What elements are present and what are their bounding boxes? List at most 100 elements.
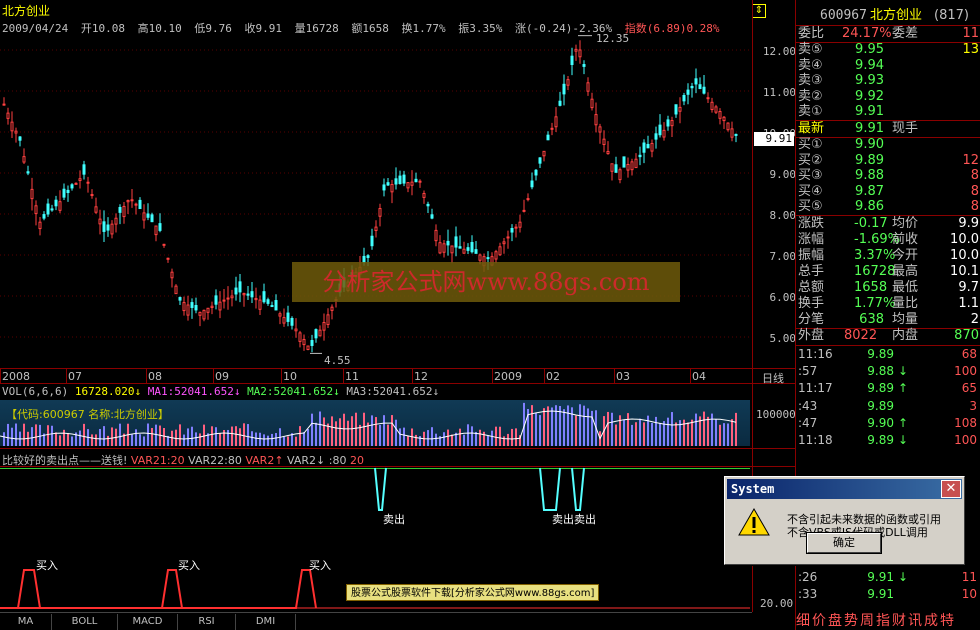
volume-bar — [39, 424, 41, 446]
indicator-signal — [539, 467, 561, 511]
candle-body — [494, 251, 498, 260]
candle-body — [714, 106, 718, 113]
volume-bar — [395, 419, 397, 446]
volume-bar — [7, 423, 9, 446]
candle-body — [458, 246, 462, 249]
candle-body — [246, 293, 250, 296]
volume-bar — [131, 434, 133, 446]
candle-body — [506, 236, 510, 239]
vol-value: 16728.020 — [74, 385, 135, 398]
volume-bar — [679, 420, 681, 446]
candle-body — [54, 199, 58, 207]
tab-boll[interactable]: BOLL — [52, 614, 118, 630]
candle-body — [430, 214, 434, 219]
candle-body — [718, 111, 722, 119]
volume-bar — [263, 434, 265, 446]
candle-body — [694, 78, 698, 85]
volume-axis-label: 100000 — [756, 408, 796, 421]
candle-body — [46, 203, 50, 215]
volume-bar — [551, 407, 553, 446]
candle-body — [178, 297, 182, 301]
sell-level-row: 卖① 9.91 — [798, 104, 884, 119]
candle-body — [146, 213, 150, 218]
volume-bar — [415, 434, 417, 446]
candle-body — [522, 209, 526, 212]
candle-body — [74, 182, 78, 185]
candle-body — [138, 199, 142, 210]
volume-bar — [103, 426, 105, 446]
candle-body — [30, 188, 34, 200]
candle-body — [106, 224, 110, 231]
volume-bar — [675, 422, 677, 446]
volume-bar — [79, 430, 81, 446]
candle-body — [238, 281, 242, 293]
ad-banner[interactable]: 股票公式股票软件下载[分析家公式网www.88gs.com] — [346, 584, 600, 601]
candle-body — [34, 205, 38, 215]
volume-bar — [499, 426, 501, 446]
volume-bar — [403, 427, 405, 446]
candle-body — [214, 295, 218, 305]
last-price-marker: 9.91 — [754, 132, 794, 146]
tab-rsi[interactable]: RSI — [178, 614, 236, 630]
volume-bar — [71, 436, 73, 446]
stat-row: 分笔 638 均量 2 — [798, 312, 979, 327]
candle-body — [586, 82, 590, 92]
candle-body — [734, 133, 738, 136]
volume-bar — [703, 411, 705, 446]
ok-button[interactable]: 确定 — [806, 532, 882, 554]
volume-bar — [175, 429, 177, 446]
volume-bar — [715, 419, 717, 446]
vol-label: VOL(6,6,6) — [2, 385, 69, 398]
candle-body — [170, 271, 174, 279]
candle-body — [566, 79, 570, 86]
buy-label-2: 买入 — [178, 559, 200, 572]
candle-body — [442, 243, 446, 253]
candle-body — [302, 338, 306, 346]
volume-bar — [243, 423, 245, 446]
volume-bar — [67, 432, 69, 446]
volume-bar — [731, 419, 733, 446]
candle-body — [598, 126, 602, 133]
volume-bar — [155, 424, 157, 446]
tab-dmi[interactable]: DMI — [236, 614, 296, 630]
period-label[interactable]: 日线 — [762, 370, 784, 386]
candle-body — [162, 243, 166, 246]
stat-row: 总手 16728 最高 10.1 — [798, 264, 979, 279]
sync-icon[interactable]: ⇕ — [752, 4, 766, 18]
volume-bar — [507, 433, 509, 446]
candle-body — [150, 214, 154, 223]
candle-body — [118, 206, 122, 213]
volume-bar — [363, 412, 365, 446]
volume-bar — [719, 424, 721, 446]
quote-bottom-tabs[interactable]: 细价盘势周指财讯成特 — [796, 610, 980, 630]
candle-body — [222, 299, 226, 302]
candle-body — [62, 188, 66, 198]
tick-row: 11:16 9.89 68 — [798, 347, 977, 361]
candle-body — [10, 121, 14, 132]
tick-row: 11:18 9.89 ↓ 100 — [798, 433, 977, 447]
volume-bar — [227, 429, 229, 446]
date-axis-label: 04 — [692, 370, 706, 383]
date-axis-label: 09 — [215, 370, 229, 383]
volume-bar — [55, 432, 57, 446]
tab-macd[interactable]: MACD — [118, 614, 178, 630]
date-axis-label: 2008 — [2, 370, 30, 383]
volume-bar — [491, 430, 493, 446]
candle-body — [698, 84, 702, 90]
sell-level-row: 卖③ 9.93 — [798, 73, 884, 88]
close-icon[interactable]: ✕ — [941, 480, 961, 498]
candle-body — [498, 246, 502, 256]
vol-ma2: MA2:52041.652 — [247, 385, 334, 398]
tick-row: :33 9.91 10 — [798, 587, 977, 601]
price-axis-label: 11.00 — [762, 86, 796, 99]
volume-bar — [139, 434, 141, 446]
volume-bar — [483, 431, 485, 446]
tab-ma[interactable]: MA — [0, 614, 52, 630]
buy-level-row: 买③ 9.88 8 — [798, 168, 979, 183]
candle-body — [78, 178, 82, 182]
stat-row: 振幅 3.37% 今开 10.0 — [798, 248, 979, 263]
volume-bar — [447, 429, 449, 446]
volume-bar — [575, 415, 577, 446]
candle-body — [122, 205, 126, 218]
volume-bar — [275, 433, 277, 446]
